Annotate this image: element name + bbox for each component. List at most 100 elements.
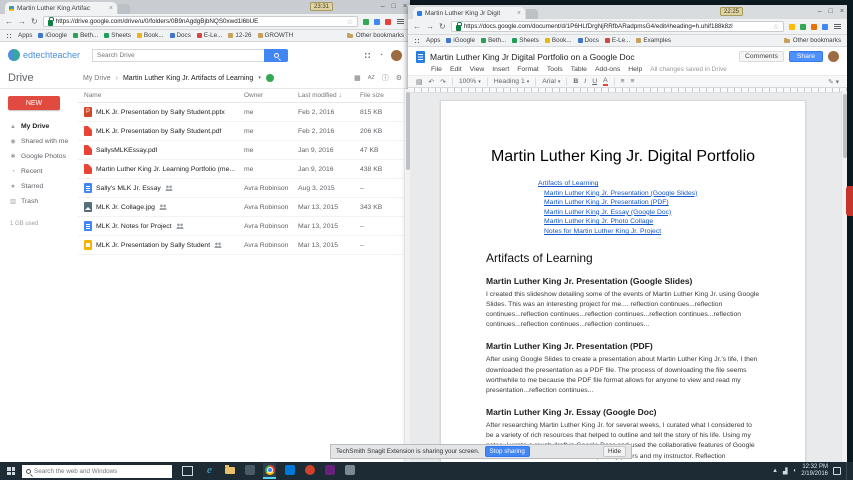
start-button[interactable]	[0, 462, 22, 480]
comments-button[interactable]: Comments	[739, 51, 784, 62]
extension-icon[interactable]	[811, 23, 817, 30]
file-row[interactable]: MLK Jr. Presentation by Sally Student.pp…	[78, 103, 410, 122]
details-info-icon[interactable]: ⓘ	[382, 73, 389, 83]
taskbar-app-file-explorer[interactable]	[223, 463, 236, 479]
new-tab-button[interactable]	[526, 9, 538, 19]
paragraph-style-select[interactable]: Heading 1 ▾	[494, 78, 530, 85]
volume-icon[interactable]: ◖	[793, 468, 797, 474]
left-window-titlebar[interactable]: Martin Luther King Artifac × 23:31 – □ ×	[0, 0, 410, 14]
scrollbar[interactable]	[841, 91, 847, 462]
file-row[interactable]: MLK Jr. Presentation by Sally Student.pd…	[78, 122, 410, 141]
other-bookmarks[interactable]: Other bookmarks	[783, 37, 841, 44]
edtechteacher-logo[interactable]: edtechteacher	[8, 49, 80, 61]
google-apps-grid-icon[interactable]	[363, 51, 371, 59]
apps-label[interactable]: Apps	[18, 32, 32, 39]
file-row[interactable]: MLK Jr. Presentation by Sally Student Avr…	[78, 236, 410, 255]
redo-icon[interactable]: ↷	[440, 78, 446, 86]
other-bookmarks[interactable]: Other bookmarks	[346, 32, 404, 39]
bookmark-item[interactable]: E-Le...	[196, 32, 222, 39]
bookmark-item[interactable]: iGoogle	[38, 32, 67, 39]
taskbar-app-internet-explorer[interactable]: e	[203, 463, 216, 479]
apps-grid-icon[interactable]	[6, 32, 12, 39]
show-desktop-button[interactable]	[846, 462, 850, 480]
sidebar-item-starred[interactable]: ★ Starred	[0, 179, 78, 194]
extension-icon[interactable]	[822, 23, 828, 30]
font-select[interactable]: Arial ▾	[542, 78, 560, 85]
doc-link-artifacts-of-learning[interactable]: Artifacts of Learning	[538, 179, 760, 189]
bookmark-item[interactable]: Beth...	[73, 32, 98, 39]
scrollbar-thumb[interactable]	[406, 92, 410, 170]
extension-icon[interactable]	[374, 18, 380, 25]
browser-menu-icon[interactable]	[833, 23, 842, 30]
sort-az-icon[interactable]: AZ	[368, 75, 375, 81]
column-file-size[interactable]: File size	[360, 92, 404, 99]
action-center-icon[interactable]	[833, 467, 841, 475]
menu-format[interactable]: Format	[517, 66, 539, 73]
new-tab-button[interactable]	[118, 4, 130, 14]
breadcrumb-my-drive[interactable]: My Drive	[83, 75, 111, 82]
close-button[interactable]: ×	[403, 0, 407, 13]
bookmark-item[interactable]: Sheets	[104, 32, 131, 39]
taskbar-app[interactable]	[243, 463, 256, 479]
undo-icon[interactable]: ↶	[428, 78, 434, 86]
text-color-icon[interactable]: A	[603, 77, 608, 86]
maximize-button[interactable]: □	[829, 5, 833, 18]
apps-label[interactable]: Apps	[426, 37, 440, 44]
doc-link-martin-luther-king-jr-presentation-google-slides[interactable]: Martin Luther King Jr. Presentation (Goo…	[544, 189, 760, 199]
taskbar-search[interactable]	[22, 464, 172, 478]
stop-sharing-button[interactable]: Stop sharing	[484, 446, 530, 457]
forward-icon[interactable]: →	[18, 17, 26, 26]
reload-icon[interactable]: ↻	[31, 17, 38, 26]
taskbar-app[interactable]	[283, 463, 296, 479]
bookmark-item[interactable]: 12-26	[228, 32, 252, 39]
italic-icon[interactable]: I	[584, 78, 586, 85]
menu-tools[interactable]: Tools	[547, 66, 563, 73]
snagit-edge-tab[interactable]	[846, 186, 853, 216]
show-hidden-icons[interactable]: ▲	[772, 468, 778, 474]
grid-view-icon[interactable]: ▦	[354, 74, 361, 82]
align-icon[interactable]: ≡	[621, 78, 625, 85]
browser-menu-icon[interactable]	[396, 18, 405, 25]
back-icon[interactable]: ←	[413, 22, 421, 31]
drive-search-input[interactable]	[92, 48, 265, 62]
tab-close-icon[interactable]: ×	[109, 5, 113, 12]
hide-button[interactable]: Hide	[603, 446, 626, 457]
document-page[interactable]: Martin Luther King Jr. Digital Portfolio…	[440, 100, 806, 464]
bookmark-item[interactable]: Book...	[544, 37, 572, 44]
maximize-button[interactable]: □	[392, 0, 396, 13]
file-row[interactable]: Sally's MLK Jr. Essay Avra Robinson Aug 3,…	[78, 179, 410, 198]
share-button[interactable]: Share	[788, 51, 823, 62]
bookmark-item[interactable]: Examples	[636, 37, 671, 44]
taskbar-app-snagit[interactable]	[303, 463, 316, 479]
doc-link-martin-luther-king-jr-photo-collage[interactable]: Martin Luther King Jr. Photo Collage	[544, 217, 760, 227]
bookmark-item[interactable]: Docs	[169, 32, 191, 39]
account-avatar[interactable]	[828, 51, 839, 62]
folder-member-avatar[interactable]	[265, 74, 274, 82]
underline-icon[interactable]: U	[592, 78, 597, 85]
bookmark-item[interactable]: Beth...	[481, 37, 506, 44]
menu-view[interactable]: View	[470, 66, 485, 73]
menu-insert[interactable]: Insert	[492, 66, 509, 73]
zoom-select[interactable]: 100% ▾	[459, 78, 481, 85]
apps-grid-icon[interactable]	[414, 37, 420, 44]
taskbar-search-input[interactable]	[34, 467, 168, 475]
column-name[interactable]: Name	[84, 92, 244, 99]
extension-icon[interactable]	[800, 23, 806, 30]
menu-edit[interactable]: Edit	[450, 66, 462, 73]
minimize-button[interactable]: –	[381, 0, 385, 13]
google-docs-icon[interactable]	[416, 50, 425, 63]
sidebar-item-trash[interactable]: ▥ Trash	[0, 194, 78, 209]
taskbar-app[interactable]	[343, 463, 356, 479]
file-row[interactable]: Martin Luther King Jr. Learning Portfoli…	[78, 160, 410, 179]
sidebar-item-shared-with-me[interactable]: ◉ Shared with me	[0, 134, 78, 149]
sidebar-item-google-photos[interactable]: ✱ Google Photos	[0, 149, 78, 164]
doc-link-martin-luther-king-jr-essay-google-doc[interactable]: Martin Luther King Jr. Essay (Google Doc…	[544, 208, 760, 218]
menu-file[interactable]: File	[431, 66, 442, 73]
document-name[interactable]: Martin Luther King Jr Digital Portfolio …	[430, 52, 635, 62]
bookmark-item[interactable]: Book...	[136, 32, 164, 39]
file-row[interactable]: MLK Jr. Notes for Project Avra Robinson Ma…	[78, 217, 410, 236]
address-bar[interactable]: https://drive.google.com/drive/u/0/folde…	[42, 16, 358, 27]
bookmark-item[interactable]: Sheets	[512, 37, 539, 44]
clock[interactable]: 12:32 PM 2/19/2016	[801, 464, 828, 478]
forward-icon[interactable]: →	[426, 22, 434, 31]
